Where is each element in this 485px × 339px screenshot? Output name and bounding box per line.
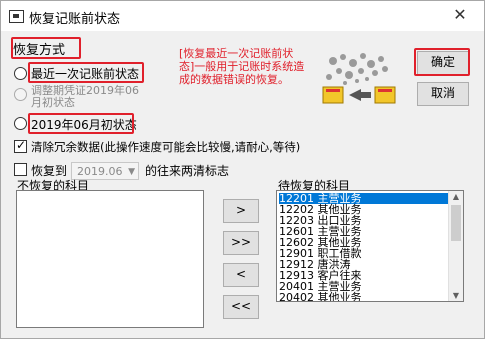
- account-name: 其他业务: [317, 291, 362, 302]
- not-restored-list[interactable]: [16, 190, 204, 328]
- back-all-button[interactable]: <<: [223, 295, 259, 319]
- highlight-box-period-start: [28, 113, 134, 134]
- cancel-button[interactable]: 取消: [417, 82, 469, 106]
- chevron-down-icon: ▼: [128, 167, 135, 177]
- app-window-icon: [9, 10, 24, 23]
- restore-data-illustration: [319, 47, 401, 109]
- radio-adjust-period-label-line2: 月初状态: [31, 96, 75, 109]
- cleanup-checkbox[interactable]: ✓: [14, 138, 27, 153]
- restore-note: [恢复最近一次记账前状态]一般用于记账时系统造成的数据错误的恢复。: [179, 47, 305, 86]
- scroll-down-icon[interactable]: ▼: [451, 291, 461, 300]
- restore-dialog: 恢复记账前状态 ✕ 恢复方式 最近一次记账前状态 调整期凭证2019年06 月初…: [0, 0, 485, 339]
- scroll-up-icon[interactable]: ▲: [451, 192, 461, 201]
- radio-period-start[interactable]: [14, 117, 27, 130]
- title-bar: 恢复记账前状态 ✕: [1, 1, 484, 31]
- highlight-box-ok: [414, 48, 470, 76]
- cleanup-label[interactable]: 清除冗余数据(此操作速度可能会比较慢,请耐心,等待): [31, 139, 300, 155]
- radio-adjust-period-label: 调整期凭证2019年06 月初状态: [31, 85, 139, 109]
- highlight-box-latest-state: [28, 62, 144, 83]
- account-code: 20402: [279, 291, 314, 302]
- dialog-title: 恢复记账前状态: [29, 12, 121, 27]
- close-icon[interactable]: ✕: [450, 5, 470, 25]
- move-all-button[interactable]: >>: [223, 231, 259, 255]
- restore-to-suffix: 的往来两清标志: [145, 164, 230, 178]
- list-item[interactable]: 20402 其他业务: [279, 291, 362, 302]
- radio-adjust-period: [14, 88, 27, 101]
- radio-latest-state[interactable]: [14, 67, 27, 80]
- highlight-box-group-label: [11, 37, 81, 59]
- scrollbar-thumb[interactable]: [451, 205, 461, 241]
- vertical-scrollbar[interactable]: ▲ ▼: [448, 191, 463, 301]
- check-icon: ✓: [16, 138, 27, 152]
- move-one-button[interactable]: >: [223, 199, 259, 223]
- restore-to-checkbox[interactable]: [14, 163, 27, 176]
- to-restore-list[interactable]: 12201 主营业务 12202 其他业务 12203 出口业务 12601 主营业务…: [276, 190, 464, 302]
- back-one-button[interactable]: <: [223, 263, 259, 287]
